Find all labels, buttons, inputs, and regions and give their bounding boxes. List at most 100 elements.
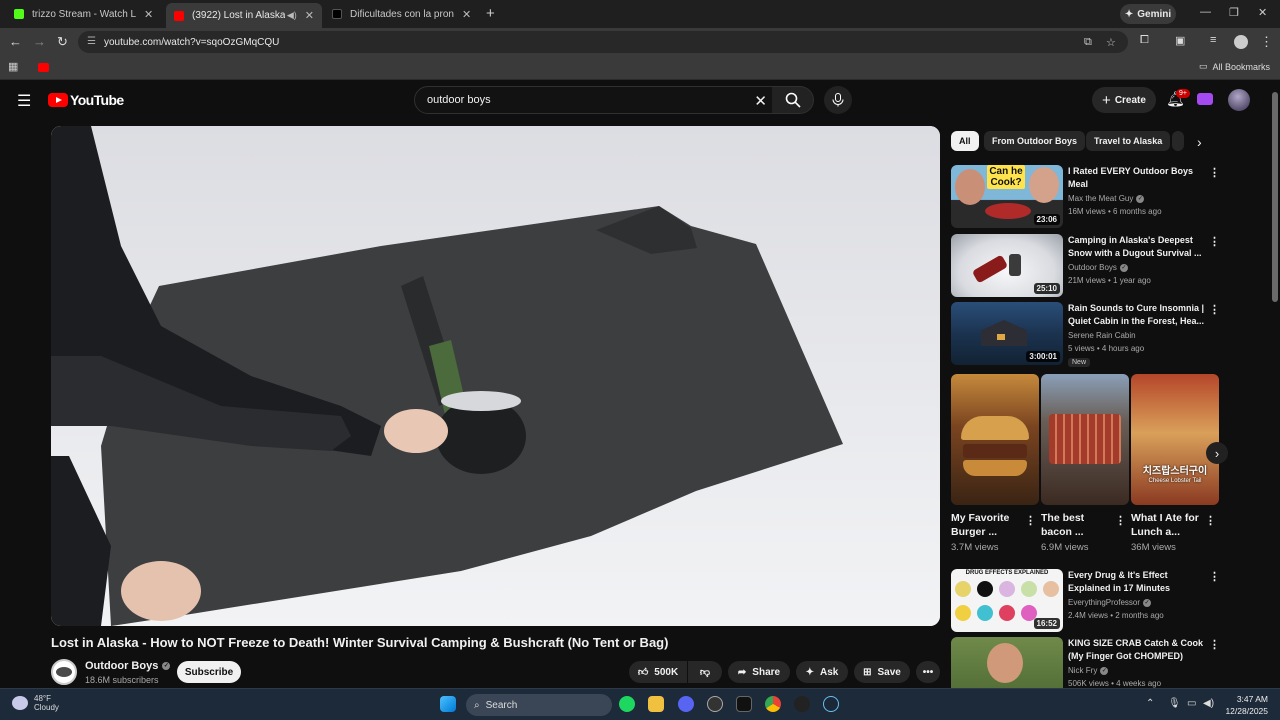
recommendation-title: KING SIZE CRAB Catch & Cook (My Finger G… — [1068, 638, 1204, 661]
steam-icon[interactable] — [823, 696, 839, 712]
ask-button[interactable]: ✦ Ask — [796, 661, 848, 683]
short-item[interactable]: The best bacon ... 6.9M views ⋮ — [1041, 374, 1129, 553]
more-vertical-icon[interactable]: ⋮ — [1209, 570, 1220, 583]
extensions-icon[interactable]: ⧠ — [1140, 34, 1149, 47]
minimize-icon[interactable]: — — [1200, 6, 1211, 18]
spotify-icon[interactable] — [619, 696, 635, 712]
subscribe-button[interactable]: Subscribe — [177, 661, 241, 683]
youtube-logo[interactable]: YouTube — [48, 92, 124, 108]
like-count: 500K — [654, 666, 679, 678]
close-icon[interactable]: ✕ — [305, 9, 314, 22]
profile-icon[interactable] — [1234, 35, 1248, 49]
recommendation-item[interactable]: DRUG EFFECTS EXPLAINED 16:52 Every Drug … — [951, 569, 1221, 633]
more-icon[interactable]: ⋮ — [1260, 34, 1273, 50]
side-panel-icon[interactable]: ▣ — [1175, 34, 1185, 47]
share-button[interactable]: ➦ Share — [728, 661, 790, 683]
taskbar-search[interactable]: ⌕ Search — [466, 694, 612, 716]
more-vertical-icon[interactable]: ⋮ — [1209, 235, 1220, 248]
volume-icon[interactable]: ◀) — [1203, 698, 1214, 709]
verified-icon: ✓ — [1143, 598, 1152, 607]
close-icon[interactable]: ✕ — [144, 8, 153, 21]
more-vertical-icon[interactable]: ⋮ — [1209, 303, 1220, 316]
account-avatar[interactable] — [1228, 89, 1250, 111]
network-icon[interactable]: ▭ — [1187, 698, 1196, 709]
recommendation-channel: Max the Meat Guy ✓ — [1068, 194, 1145, 203]
like-button[interactable]: 👍︎ 500K — [629, 661, 687, 683]
speaker-icon[interactable]: ◀) — [287, 10, 297, 21]
search-input[interactable]: outdoor boys ✕ — [414, 86, 776, 114]
windows-start-icon[interactable] — [440, 696, 456, 712]
channel-text: Max the Meat Guy — [1068, 194, 1134, 203]
save-button[interactable]: ⊞ Save — [854, 661, 910, 683]
create-button[interactable]: + Create — [1092, 87, 1156, 113]
subscriber-count: 18.6M subscribers — [85, 675, 159, 685]
hamburger-menu-icon[interactable]: ☰ — [17, 91, 31, 111]
tab-youtube[interactable]: (3922) Lost in Alaska - How to NOT Freez… — [166, 3, 322, 28]
video-player[interactable] — [51, 126, 940, 626]
microphone-icon[interactable]: 🎙︎ — [1168, 698, 1181, 709]
recommendation-item[interactable]: 3:00:01 Rain Sounds to Cure Insomnia | Q… — [951, 302, 1221, 370]
weather-widget[interactable]: 48°F Cloudy — [12, 694, 59, 712]
chevron-right-icon: › — [1214, 445, 1220, 461]
clear-icon[interactable]: ✕ — [754, 92, 767, 110]
install-icon[interactable]: ⧉ — [1084, 36, 1092, 49]
discord-icon[interactable] — [678, 696, 694, 712]
channel-text: Nick Fry — [1068, 666, 1098, 675]
clock-time: 3:47 AM — [1236, 694, 1268, 704]
recommendation-item[interactable]: KING SIZE CRAB Catch & Cook (My Finger G… — [951, 637, 1221, 688]
apps-grid-icon[interactable]: ▦ — [8, 60, 18, 73]
search-icon: ⌕ — [474, 699, 480, 711]
gemini-button[interactable]: ✦ Gemini — [1120, 4, 1176, 24]
search-button[interactable] — [772, 86, 814, 114]
forward-icon[interactable]: → — [33, 34, 46, 49]
more-actions-button[interactable]: ••• — [916, 661, 940, 683]
epic-games-icon[interactable] — [736, 696, 752, 712]
reload-icon[interactable]: ↻ — [57, 34, 68, 50]
more-vertical-icon[interactable]: ⋮ — [1209, 166, 1220, 179]
chip-travel-to-alaska[interactable]: Travel to Alaska — [1086, 131, 1171, 151]
back-icon[interactable]: ← — [9, 34, 22, 49]
more-vertical-icon[interactable]: ⋮ — [1115, 514, 1126, 527]
channel-text: EverythingProfessor — [1068, 598, 1141, 607]
short-item[interactable]: My Favorite Burger ... 3.7M views ⋮ — [951, 374, 1039, 553]
chip-partial[interactable] — [1172, 131, 1184, 151]
recommendation-item[interactable]: 25:10 Camping in Alaska's Deepest Snow w… — [951, 234, 1221, 298]
tab-kick[interactable]: trizzo Stream - Watch Live on Kick ✕ — [6, 3, 164, 25]
show-hidden-icons-icon[interactable]: ⌃ — [1146, 698, 1154, 709]
site-info-icon[interactable]: ☰ — [87, 36, 96, 47]
channel-avatar[interactable] — [51, 659, 77, 685]
all-bookmarks-button[interactable]: ▭ All Bookmarks — [1199, 61, 1270, 72]
tab-tiktok[interactable]: Dificultades con la pronunciación ✕ — [324, 3, 482, 25]
scrollbar-thumb[interactable] — [1272, 92, 1278, 302]
more-vertical-icon[interactable]: ⋮ — [1205, 514, 1216, 527]
tiktok-favicon-icon — [332, 9, 342, 19]
chrome-icon[interactable] — [765, 696, 781, 712]
app-g-icon[interactable] — [794, 696, 810, 712]
short-item[interactable]: 치즈랍스터구이 Cheese Lobster Tail What I Ate f… — [1131, 374, 1219, 553]
shorts-next-button[interactable]: › — [1206, 442, 1228, 464]
maximize-icon[interactable]: ❐ — [1229, 6, 1239, 19]
dislike-button[interactable]: 👎︎ — [688, 661, 722, 683]
recommendation-item[interactable]: Can he Cook? 23:06 I Rated EVERY Outdoor… — [951, 165, 1221, 229]
chip-all[interactable]: All — [951, 131, 979, 151]
channel-name[interactable]: Outdoor Boys ✓ — [85, 660, 171, 672]
premium-icon[interactable] — [1197, 93, 1213, 105]
file-explorer-icon[interactable] — [648, 696, 664, 712]
verified-icon: ✓ — [1100, 666, 1109, 675]
close-icon[interactable]: ✕ — [462, 8, 471, 21]
youtube-bookmark-icon[interactable] — [38, 63, 49, 72]
close-window-icon[interactable]: ✕ — [1258, 6, 1267, 19]
more-vertical-icon[interactable]: ⋮ — [1209, 638, 1220, 651]
new-tab-button[interactable]: + — [486, 5, 495, 22]
address-bar[interactable]: ☰ youtube.com/watch?v=sqoOzGMqCQU ⧉ ☆ — [78, 31, 1128, 53]
voice-search-button[interactable] — [824, 86, 852, 114]
system-clock[interactable]: 3:47 AM 12/28/2025 — [1222, 693, 1268, 717]
more-vertical-icon[interactable]: ⋮ — [1025, 514, 1036, 527]
app-icon[interactable] — [707, 696, 723, 712]
media-icon[interactable]: ≡ — [1210, 34, 1216, 46]
bookmark-star-icon[interactable]: ☆ — [1106, 36, 1116, 49]
youtube-play-icon — [48, 93, 68, 107]
chip-from-outdoor-boys[interactable]: From Outdoor Boys — [984, 131, 1085, 151]
chevron-right-icon[interactable]: › — [1197, 134, 1202, 150]
verified-icon: ✓ — [162, 662, 171, 670]
